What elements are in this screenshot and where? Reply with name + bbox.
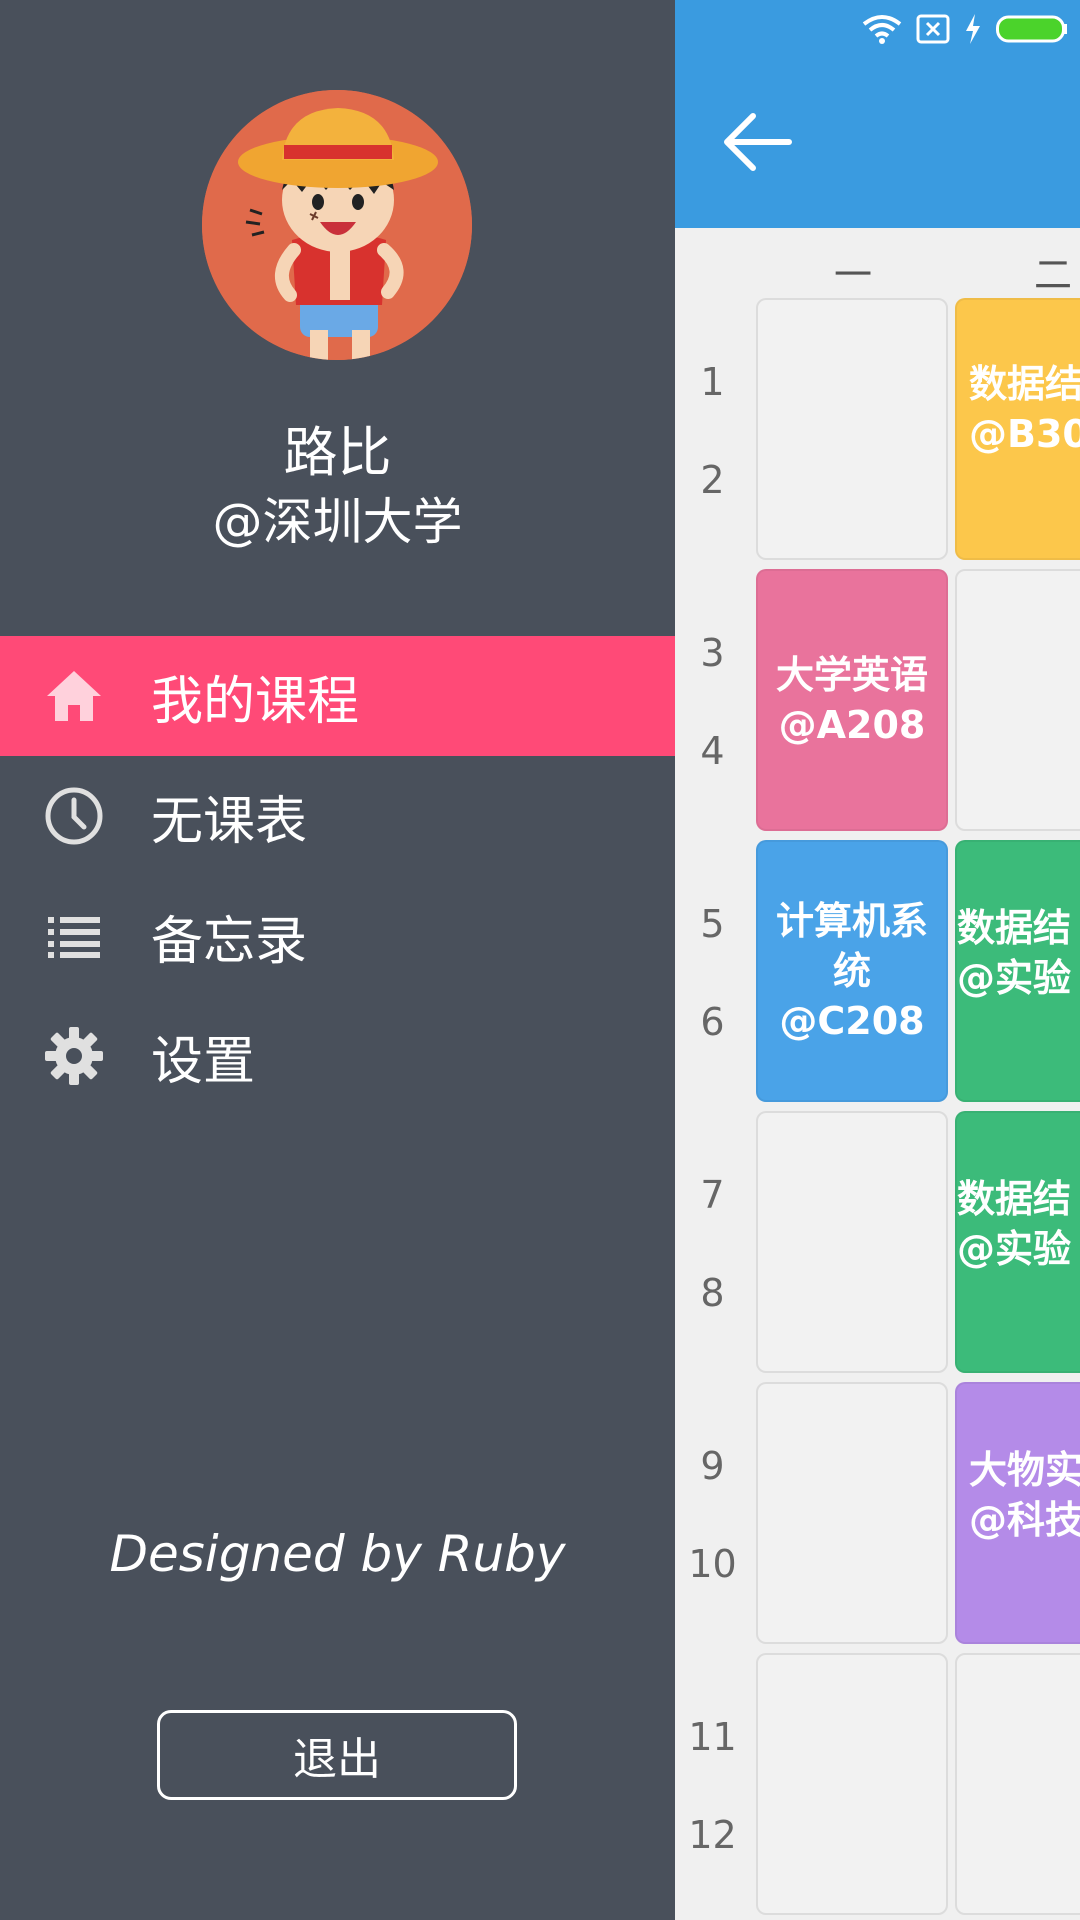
period-number: 11	[688, 1715, 737, 1759]
no-sim-icon	[916, 14, 950, 44]
home-icon	[44, 666, 104, 726]
list-icon	[44, 906, 104, 966]
status-bar	[862, 12, 1068, 46]
nav-item-memo[interactable]: 备忘录	[0, 876, 675, 996]
empty-slot[interactable]	[756, 1382, 948, 1644]
navigation-drawer: 路比 @深圳大学 我的课程 无课表 备忘录 设置 Designed by Rub…	[0, 0, 675, 1920]
user-school: @深圳大学	[212, 493, 463, 551]
logout-button[interactable]: 退出	[157, 1710, 517, 1800]
period-number: 12	[688, 1813, 737, 1857]
period-number: 7	[700, 1173, 725, 1217]
empty-slot[interactable]	[955, 1653, 1080, 1915]
period-number: 10	[688, 1542, 737, 1586]
course-card-data-structures-lab[interactable]: 数据结 @实验	[955, 1111, 1080, 1373]
period-number: 3	[700, 631, 725, 675]
designer-credit: Designed by Ruby	[109, 1525, 566, 1583]
period-number: 5	[700, 902, 725, 946]
avatar[interactable]	[202, 90, 472, 360]
clock-icon	[44, 786, 104, 846]
period-number: 9	[700, 1444, 725, 1488]
empty-slot[interactable]	[955, 569, 1080, 831]
avatar-illustration	[202, 90, 472, 360]
course-card-data-structures-lab[interactable]: 数据结 @实验	[955, 840, 1080, 1102]
wifi-icon	[862, 15, 902, 44]
nav-item-my-courses[interactable]: 我的课程	[0, 636, 675, 756]
nav-item-label: 无课表	[151, 791, 308, 852]
battery-icon	[996, 15, 1067, 43]
empty-slot[interactable]	[756, 298, 948, 560]
nav-item-settings[interactable]: 设置	[0, 996, 675, 1116]
charging-icon	[966, 14, 980, 44]
nav-item-label: 设置	[151, 1031, 256, 1092]
gear-icon	[44, 1026, 104, 1086]
weekday-tue: 二	[1034, 253, 1073, 297]
period-number: 2	[700, 458, 725, 502]
period-number: 6	[700, 1000, 725, 1044]
weekday-header: 一 二	[675, 228, 1080, 297]
drawer-nav: 我的课程 无课表 备忘录 设置	[0, 636, 675, 1116]
arrow-left-icon	[724, 113, 792, 171]
course-card-physics-lab[interactable]: 大物实 @科技	[955, 1382, 1080, 1644]
empty-slot[interactable]	[756, 1653, 948, 1915]
period-number: 4	[700, 729, 725, 773]
course-card-english[interactable]: 大学英语 @A208	[756, 569, 948, 831]
period-number: 1	[700, 360, 725, 404]
schedule-screen: 一 二 1 2 3 4 5 6 7 8 9 10 11 12 大学英语 @A20…	[675, 0, 1080, 1920]
nav-item-label: 我的课程	[151, 671, 360, 732]
period-number: 8	[700, 1271, 725, 1315]
app-bar	[675, 0, 1080, 228]
empty-slot[interactable]	[756, 1111, 948, 1373]
back-button[interactable]	[719, 104, 795, 180]
course-card-computer-systems[interactable]: 计算机系 统 @C208	[756, 840, 948, 1102]
course-card-data-structures-b30[interactable]: 数据结 @B30	[955, 298, 1080, 560]
nav-item-no-class-schedule[interactable]: 无课表	[0, 756, 675, 876]
user-name: 路比	[283, 421, 392, 484]
weekday-mon: 一	[834, 253, 873, 297]
nav-item-label: 备忘录	[151, 911, 308, 972]
